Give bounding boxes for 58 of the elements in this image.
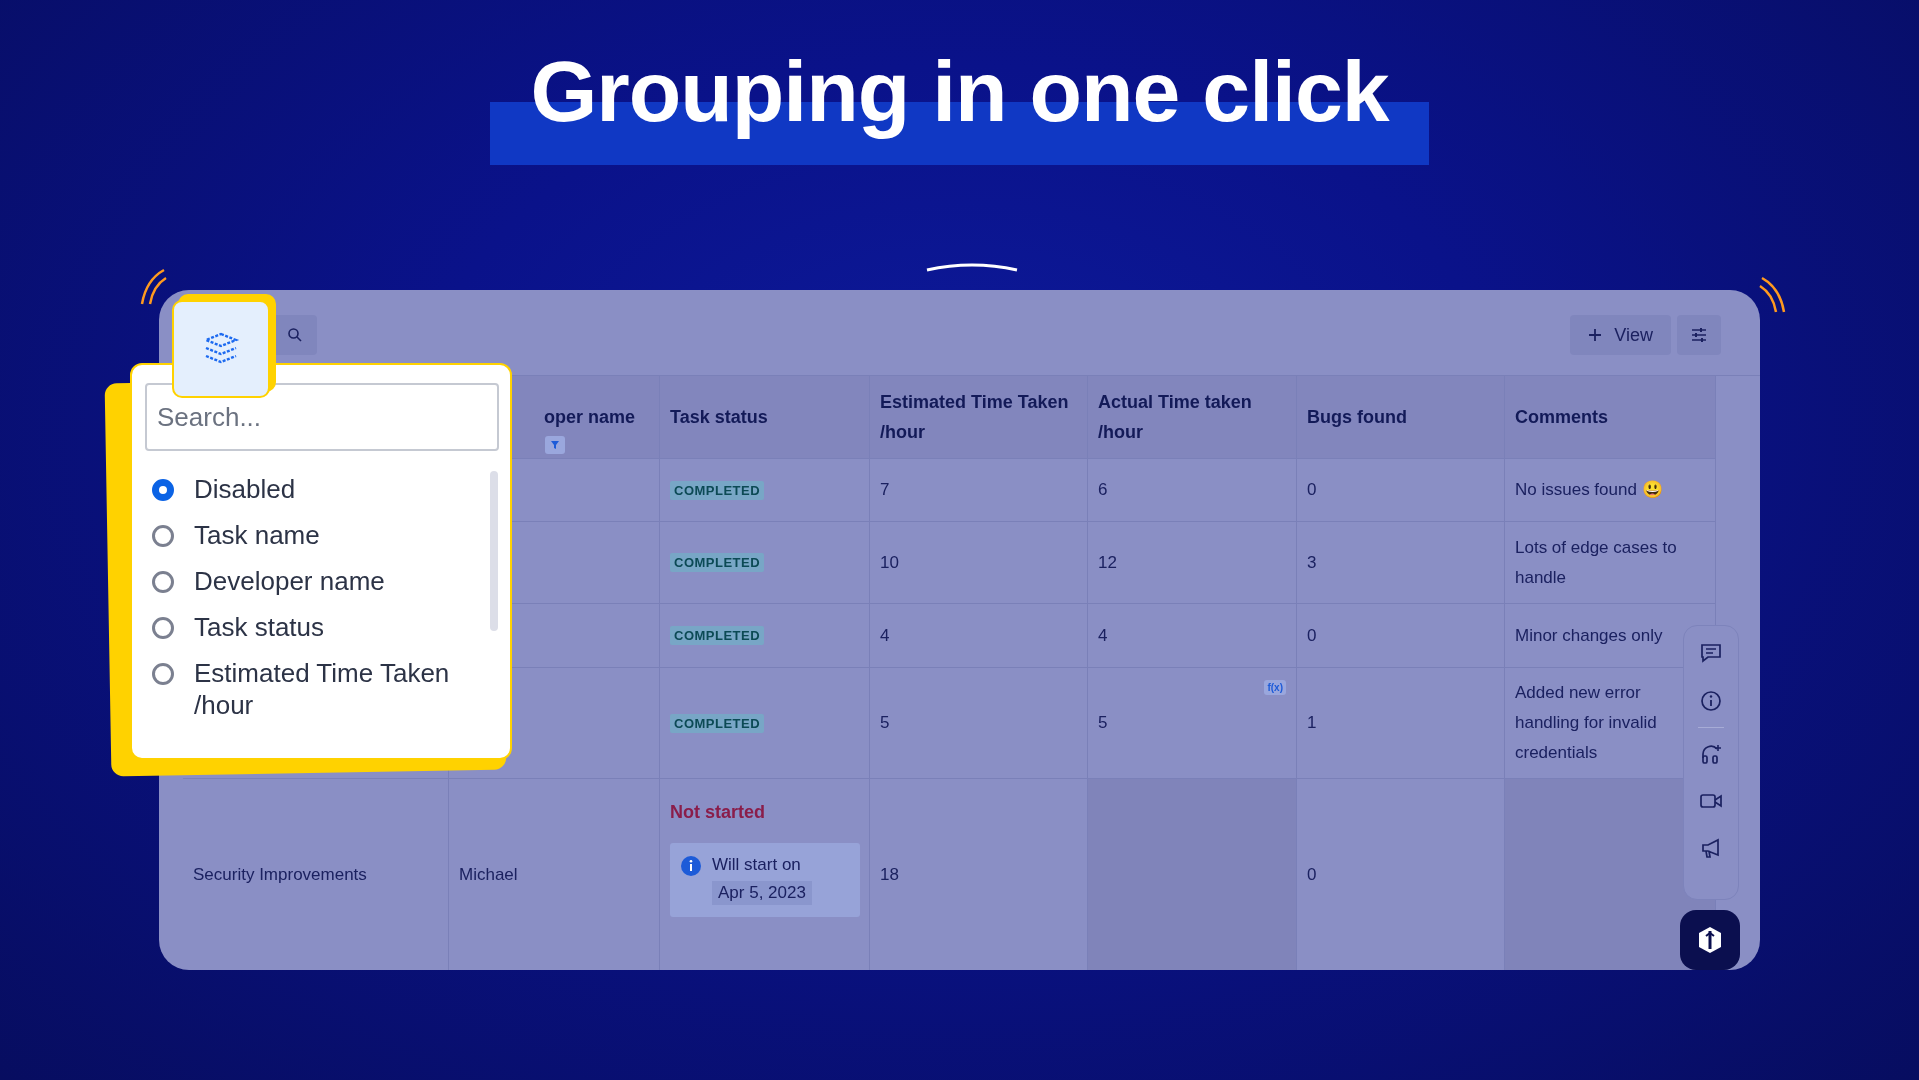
table-cell: Security Improvements [183, 779, 449, 970]
group-option[interactable]: Task name [152, 519, 482, 551]
status-text: Not started [670, 802, 765, 823]
radio-button[interactable] [152, 571, 174, 593]
search-icon [287, 327, 303, 343]
table-cell: 0 [1297, 459, 1505, 522]
video-icon[interactable] [1699, 792, 1723, 810]
status-badge: COMPLETED [670, 713, 765, 733]
note-text: Apr 5, 2023 [712, 881, 812, 905]
status-badge: COMPLETED [670, 626, 765, 645]
column-header: Task status [660, 376, 870, 459]
radio-button[interactable] [152, 525, 174, 547]
table-cell: 1 [1297, 668, 1505, 779]
table-cell: 0 [1297, 604, 1505, 668]
column-header: Actual Time taken /hour [1088, 376, 1297, 459]
table-cell: 4 [870, 604, 1088, 668]
table-cell: 10 [870, 522, 1088, 604]
column-header: Estimated Time Taken /hour [870, 376, 1088, 459]
filter-button[interactable] [545, 436, 565, 454]
megaphone-icon[interactable] [1700, 837, 1722, 859]
radio-button[interactable] [152, 617, 174, 639]
app-logo-button[interactable] [1680, 910, 1740, 970]
cell-value: 6 [1098, 480, 1108, 500]
group-option[interactable]: Developer name [152, 565, 482, 597]
spark-lines-drawing [138, 266, 168, 306]
table-cell: 5 [870, 668, 1088, 779]
spark-lines-drawing [1758, 274, 1788, 314]
filter-icon [550, 440, 560, 450]
column-header: Bugs found [1297, 376, 1505, 459]
status-badge: COMPLETED [670, 480, 765, 500]
table-cell: 3 [1297, 522, 1505, 604]
search-button[interactable] [273, 315, 317, 355]
comment-cell: Lots of edge cases to handle [1505, 522, 1716, 604]
cell-value: 4 [1098, 625, 1108, 646]
group-option[interactable]: Estimated Time Taken /hour [152, 657, 482, 721]
plus-icon [1588, 328, 1603, 342]
radio-button[interactable] [152, 479, 174, 501]
info-icon[interactable] [1700, 690, 1722, 712]
chat-icon[interactable] [1700, 643, 1722, 663]
radio-button[interactable] [152, 663, 174, 685]
table-cell: Michael [449, 779, 660, 970]
scrollbar[interactable] [490, 471, 498, 631]
sliders-icon [1690, 327, 1708, 343]
headset-icon[interactable] [1700, 743, 1722, 765]
comment-cell: No issues found 😃 [1505, 459, 1716, 522]
group-option[interactable]: Task status [152, 611, 482, 643]
add-view-button[interactable]: View [1570, 315, 1671, 355]
table-cell: 7 [870, 459, 1088, 522]
search-field[interactable]: Search... [145, 383, 499, 451]
column-header: Comments [1505, 376, 1716, 459]
info-icon [680, 855, 702, 877]
settings-button[interactable] [1677, 315, 1721, 355]
status-badge: COMPLETED [670, 553, 765, 572]
hexagon-logo-icon [1696, 925, 1724, 955]
note-text: Will start on [712, 855, 801, 875]
group-option[interactable]: Disabled [152, 473, 482, 505]
cell-value: 5 [1098, 713, 1108, 733]
cell-value: 12 [1098, 552, 1117, 573]
